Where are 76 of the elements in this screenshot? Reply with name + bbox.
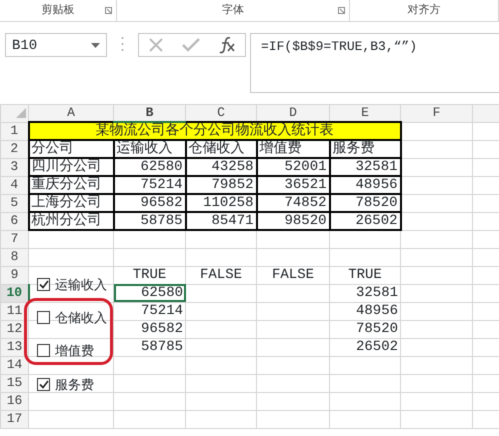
row-header[interactable]: 5 xyxy=(0,194,28,212)
column-header[interactable]: E xyxy=(330,104,400,122)
row-header[interactable]: 8 xyxy=(0,248,28,266)
table-cell: 分公司 xyxy=(28,140,114,158)
formula-field[interactable]: =IF($B$9=TRUE,B3,“”) xyxy=(250,33,499,93)
column-header[interactable]: C xyxy=(186,104,256,122)
table-cell: 杭州分公司 xyxy=(28,212,114,230)
table-cell: 上海分公司 xyxy=(28,194,114,212)
table-cell: 增值费 xyxy=(256,140,330,158)
table-cell: 26502 xyxy=(330,212,400,230)
ribbon-group-label: 剪贴板 xyxy=(42,2,74,18)
row-header[interactable]: 14 xyxy=(0,356,28,374)
table-cell: 四川分公司 xyxy=(28,158,114,176)
row-header[interactable]: 17 xyxy=(0,410,28,428)
table-cell: 75214 xyxy=(114,176,186,194)
row-header[interactable]: 1 xyxy=(0,122,28,140)
table-cell: FALSE xyxy=(186,266,256,284)
table-cell: 52001 xyxy=(256,158,330,176)
row-header[interactable]: 15 xyxy=(0,374,28,392)
checkbox-label: 仓储收入 xyxy=(55,309,107,327)
table-cell: 26502 xyxy=(330,338,400,356)
table-cell: 32581 xyxy=(330,158,400,176)
checkbox-label: 增值费 xyxy=(55,342,94,360)
dropdown-arrow-icon[interactable] xyxy=(91,43,100,48)
row-header[interactable]: 7 xyxy=(0,230,28,248)
checkbox-label: 运输收入 xyxy=(55,276,107,294)
table-cell: 32581 xyxy=(330,284,400,302)
table-cell: FALSE xyxy=(256,266,330,284)
table-cell: TRUE xyxy=(330,266,400,284)
name-box[interactable]: B10 xyxy=(5,33,107,57)
table-cell: 48956 xyxy=(330,302,400,320)
table-cell: 96582 xyxy=(114,320,186,338)
table-cell: 48956 xyxy=(330,176,400,194)
dialog-launcher-icon[interactable] xyxy=(338,7,345,14)
table-cell: 79852 xyxy=(186,176,256,194)
drag-handle-icon[interactable] xyxy=(121,36,124,52)
ribbon-group-label: 对齐方 xyxy=(408,2,440,18)
row-header[interactable]: 9 xyxy=(0,266,28,284)
row-header[interactable]: 2 xyxy=(0,140,28,158)
table-cell: 98520 xyxy=(256,212,330,230)
checkbox[interactable] xyxy=(37,344,50,358)
function-icon[interactable] xyxy=(218,36,236,54)
column-header[interactable]: F xyxy=(400,104,472,122)
row-header[interactable]: 6 xyxy=(0,212,28,230)
checkbox[interactable] xyxy=(37,311,50,324)
table-cell: 36521 xyxy=(256,176,330,194)
column-header[interactable]: B xyxy=(114,104,186,122)
table-cell: 62580 xyxy=(114,158,186,176)
table-cell: 75214 xyxy=(114,302,186,320)
table-cell: 96582 xyxy=(114,194,186,212)
column-header[interactable]: A xyxy=(28,104,114,122)
table-cell: 85471 xyxy=(186,212,256,230)
table-cell: 78520 xyxy=(330,320,400,338)
table-cell: 仓储收入 xyxy=(186,140,256,158)
table-cell: 110258 xyxy=(186,194,256,212)
table-cell: 58785 xyxy=(114,212,186,230)
row-header[interactable]: 3 xyxy=(0,158,28,176)
table-cell: 43258 xyxy=(186,158,256,176)
active-cell[interactable]: 62580 xyxy=(114,284,186,302)
dialog-launcher-icon[interactable] xyxy=(105,7,112,14)
checkbox[interactable] xyxy=(37,378,50,392)
table-cell: 78520 xyxy=(330,194,400,212)
ribbon-group-label: 字体 xyxy=(222,2,244,18)
checkbox[interactable] xyxy=(37,278,50,292)
title-cell: 某物流公司各个分公司物流收入统计表 xyxy=(28,122,400,140)
table-cell: 运输收入 xyxy=(114,140,186,158)
checkbox-label: 服务费 xyxy=(55,376,94,394)
column-header[interactable]: D xyxy=(256,104,330,122)
table-cell: 58785 xyxy=(114,338,186,356)
row-header[interactable]: 16 xyxy=(0,392,28,410)
table-cell: 重庆分公司 xyxy=(28,176,114,194)
row-header[interactable]: 4 xyxy=(0,176,28,194)
table-cell: 74852 xyxy=(256,194,330,212)
row-header[interactable]: 10 xyxy=(0,284,28,302)
checkmark-icon[interactable] xyxy=(182,38,200,52)
table-cell: 服务费 xyxy=(330,140,400,158)
